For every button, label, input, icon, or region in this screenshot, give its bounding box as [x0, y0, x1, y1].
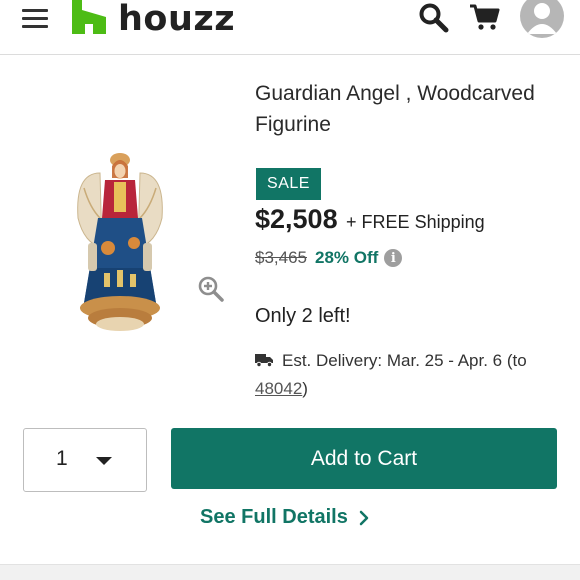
avatar-icon[interactable] — [520, 0, 564, 38]
quantity-value: 1 — [56, 447, 68, 470]
delivery-text: Est. Delivery: Mar. 25 - Apr. 6 (to — [282, 351, 527, 370]
delivery-close-paren: ) — [302, 379, 308, 398]
sale-price: $2,508 — [255, 204, 338, 234]
original-price: $3,465 — [255, 248, 307, 267]
info-icon[interactable]: i — [384, 249, 403, 267]
truck-icon — [255, 354, 273, 367]
search-icon[interactable] — [417, 2, 451, 34]
see-full-details-link[interactable]: See Full Details — [200, 506, 370, 529]
quantity-select[interactable]: 1 — [23, 428, 147, 492]
price-row: $2,508 + FREE Shipping — [255, 204, 485, 235]
chevron-down-icon — [96, 457, 112, 465]
product-title: Guardian Angel , Woodcarved Figurine — [255, 82, 535, 136]
product-image[interactable] — [70, 148, 170, 348]
shipping-note: + FREE Shipping — [346, 212, 485, 232]
see-full-details-label: See Full Details — [200, 506, 348, 528]
bottom-divider — [0, 564, 580, 580]
product-page: houzz Guardian Angel , Woodcarved Figuri… — [0, 0, 580, 580]
zoom-in-icon[interactable] — [198, 276, 224, 302]
delivery-estimate: Est. Delivery: Mar. 25 - Apr. 6 (to 4804… — [255, 347, 565, 403]
brand-wordmark: houzz — [118, 0, 236, 39]
houzz-logo-mark-icon — [72, 0, 106, 34]
chevron-right-icon — [359, 510, 369, 525]
original-price-row: $3,465 28% Off i — [255, 248, 403, 268]
cart-icon[interactable] — [468, 2, 502, 32]
stock-notice: Only 2 left! — [255, 305, 351, 327]
zip-code-link[interactable]: 48042 — [255, 379, 302, 398]
sale-badge: SALE — [256, 168, 321, 200]
discount-label: 28% Off — [315, 248, 379, 267]
top-header: houzz — [0, 0, 580, 55]
menu-icon[interactable] — [22, 7, 50, 29]
add-to-cart-button[interactable]: Add to Cart — [171, 428, 557, 489]
